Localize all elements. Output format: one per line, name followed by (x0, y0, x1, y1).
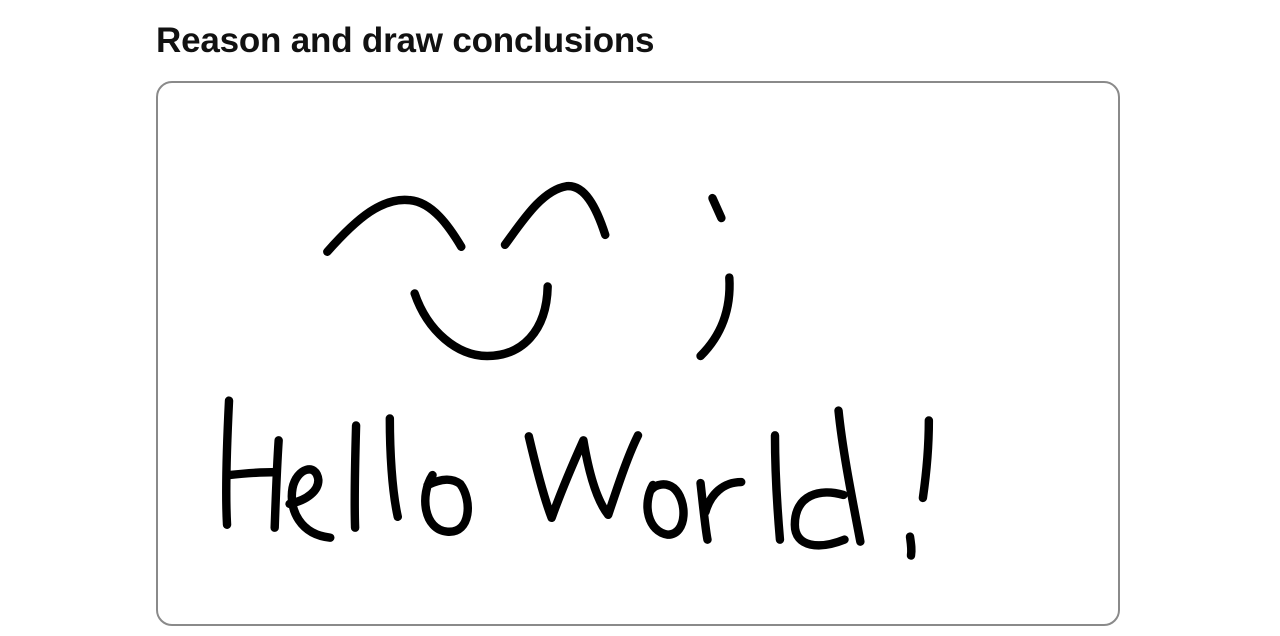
letter-W (524, 431, 643, 523)
drawing-canvas[interactable] (156, 81, 1120, 626)
mouth-stroke (410, 282, 552, 361)
left-eye-stroke (323, 195, 466, 256)
page: Reason and draw conclusions (0, 0, 1280, 636)
letter-l-3 (770, 431, 785, 544)
letter-l-first (350, 421, 361, 532)
letter-d (790, 406, 865, 550)
letter-H-left (222, 396, 234, 529)
exclamation-stroke (918, 416, 934, 503)
letter-H-bar (224, 467, 281, 480)
smiley-drawing (323, 182, 734, 361)
letter-o (421, 470, 472, 536)
side-mark-top (708, 193, 726, 223)
letter-r (696, 477, 746, 544)
letter-l-second (385, 414, 402, 522)
letter-e (285, 465, 335, 542)
right-eye-stroke (500, 182, 610, 250)
letter-H-right (270, 436, 283, 532)
letter-o-2 (643, 480, 688, 539)
side-mark-bottom (696, 273, 734, 361)
handwriting-drawing (222, 182, 934, 560)
section-title: Reason and draw conclusions (156, 21, 655, 60)
hello-world-handwriting (222, 396, 934, 560)
exclamation-dot (905, 532, 916, 560)
